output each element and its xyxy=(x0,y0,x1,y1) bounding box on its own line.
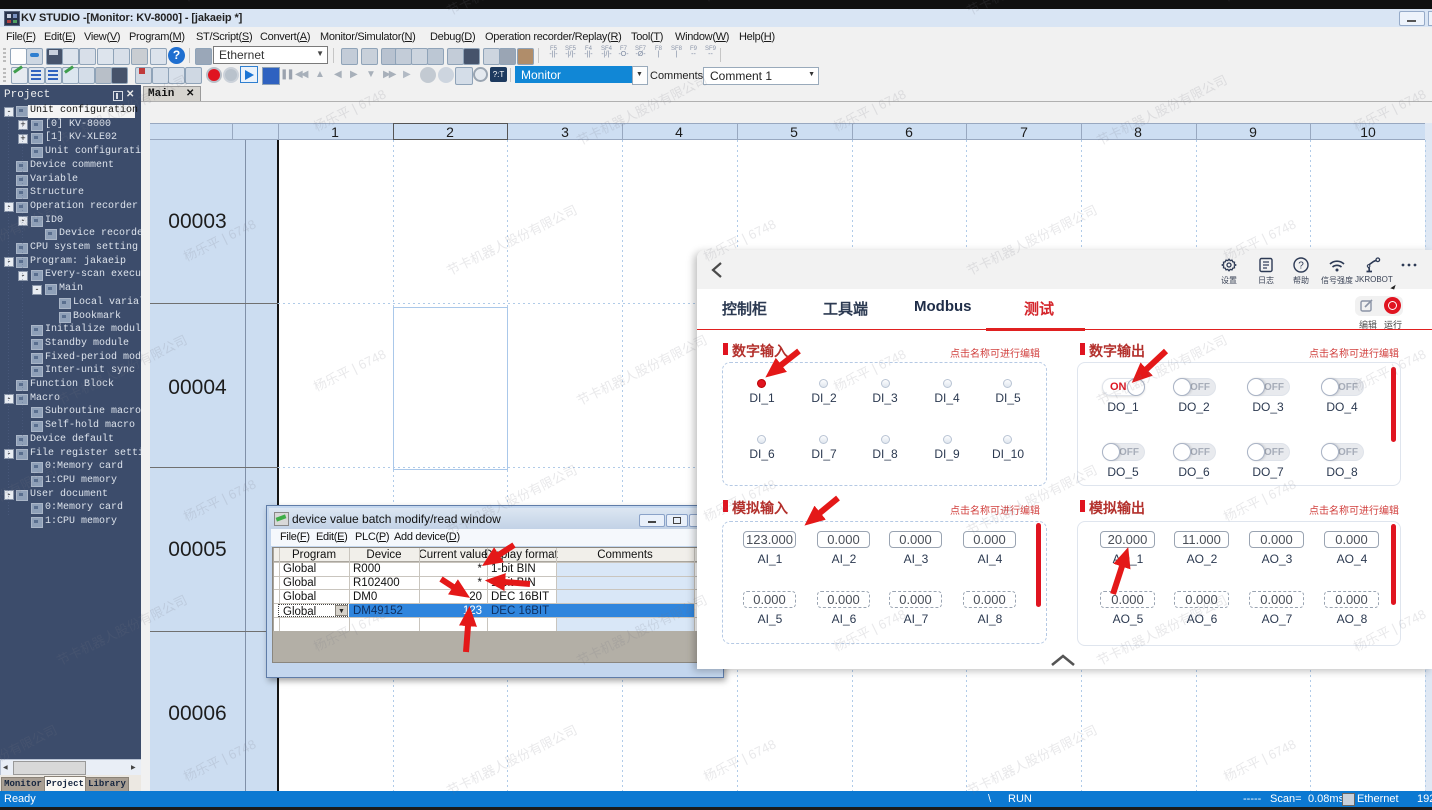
svg-text:?: ? xyxy=(1298,261,1304,272)
